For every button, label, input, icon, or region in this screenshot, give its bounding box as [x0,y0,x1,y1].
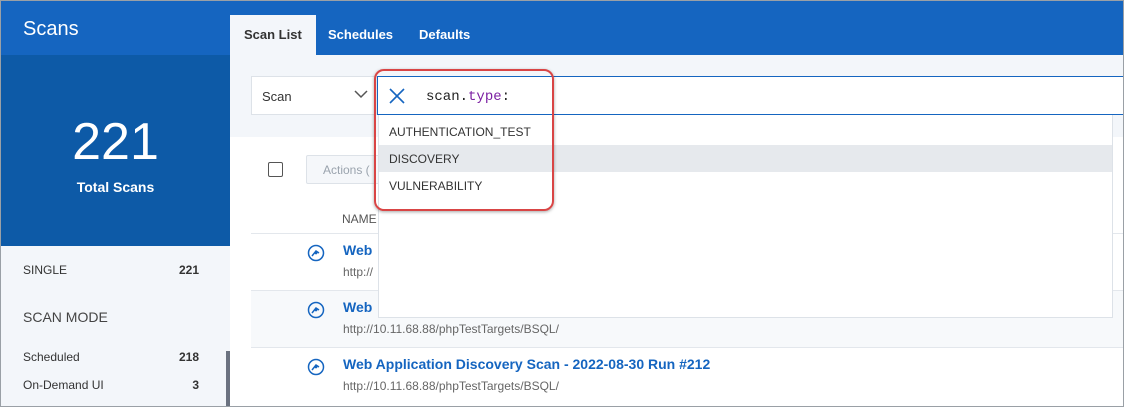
scan-name-link[interactable]: Web [343,299,372,315]
tab-defaults[interactable]: Defaults [405,15,484,55]
webapp-scan-icon [307,358,325,376]
scan-target-url: http://10.11.68.88/phpTestTargets/BSQL/ [343,379,559,393]
scan-name-link[interactable]: Web Application Discovery Scan - 2022-08… [343,356,710,372]
suggestion-option[interactable]: DISCOVERY [379,145,1112,172]
field-select-value: Scan [262,89,292,104]
table-row[interactable]: Web Application Discovery Scan - 2022-08… [251,347,1123,404]
sidebar-item-label: On-Demand UI [23,378,104,392]
query-field: type [468,89,502,105]
field-select[interactable]: Scan [251,76,377,115]
query-suffix: : [501,89,511,105]
sidebar: 221 Total Scans SINGLE 221 SCAN MODE Sch… [1,55,230,406]
sidebar-item-count: 3 [192,378,199,392]
scan-target-url: http://10.11.68.88/phpTestTargets/BSQL/ [343,322,559,336]
app-title: Scans [23,18,79,40]
select-all-checkbox[interactable] [268,162,283,177]
chevron-down-icon [354,90,368,99]
sidebar-item-count: 218 [178,350,199,364]
scan-name-link[interactable]: Web [343,242,372,258]
search-query: scan.type: [426,89,510,105]
suggestion-option[interactable]: VULNERABILITY [379,172,1112,199]
suggestion-dropdown: AUTHENTICATION_TEST DISCOVERY VULNERABIL… [378,115,1113,318]
tab-scan-list[interactable]: Scan List [230,15,316,55]
query-key: scan. [426,89,469,105]
sidebar-item-label: SINGLE [23,263,68,277]
webapp-scan-icon [307,301,325,319]
scan-target-url: http:// [343,265,374,279]
suggestion-option[interactable]: AUTHENTICATION_TEST [379,118,1112,145]
total-scans-card: 221 Total Scans [1,55,230,246]
sidebar-item-label: Scheduled [23,350,80,364]
total-scans-count: 221 [72,113,159,171]
sidebar-item-scheduled[interactable]: Scheduled 218 [23,350,199,364]
sidebar-item-on-demand-ui[interactable]: On-Demand UI 3 [23,378,199,392]
tab-schedules[interactable]: Schedules [314,15,407,55]
webapp-scan-icon [307,244,325,262]
column-header-name[interactable]: NAME [342,212,377,226]
app-window: Scans Scan List Schedules Defaults 221 T… [0,0,1124,407]
scan-mode-heading: SCAN MODE [23,309,108,325]
sidebar-item-single[interactable]: SINGLE 221 [23,263,199,277]
top-bar: Scans Scan List Schedules Defaults [1,1,1123,55]
search-input[interactable]: scan.type: [377,76,1123,115]
close-icon[interactable] [388,87,406,105]
sidebar-item-count: 221 [178,263,199,277]
total-scans-label: Total Scans [76,179,155,195]
